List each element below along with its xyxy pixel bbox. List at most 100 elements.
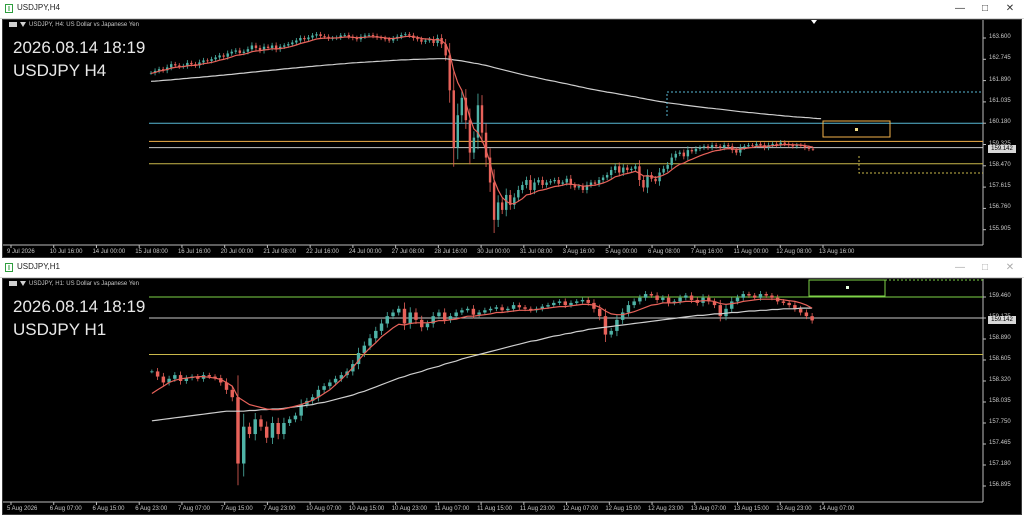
candle-body — [247, 426, 252, 435]
candle-body — [295, 40, 298, 43]
candle-body — [259, 419, 263, 427]
candle-body — [811, 148, 815, 150]
price-chart-svg[interactable] — [3, 279, 1021, 514]
candle-body — [747, 145, 750, 147]
candle-body — [666, 297, 671, 303]
time-tick-label: 12 Aug 23:00 — [648, 506, 684, 512]
time-tick-label: 12 Aug 15:00 — [605, 506, 641, 512]
candle-body — [242, 51, 246, 53]
candle-body — [414, 312, 418, 320]
close-icon: ✕ — [1005, 262, 1015, 273]
price-tick-label: 155.905 — [989, 225, 1011, 232]
candle-body — [404, 34, 407, 36]
chart-area[interactable]: USDJPY, H1: US Dollar vs Japanese Yen 20… — [2, 278, 1022, 515]
time-tick-label: 22 Jul 16:00 — [306, 249, 339, 255]
candle-body — [363, 35, 367, 37]
candle-body — [150, 371, 154, 373]
candle-body — [299, 38, 302, 41]
candle-body — [661, 297, 665, 300]
candle-body — [234, 50, 237, 52]
overlay-symbol: USDJPY H1 — [13, 320, 107, 339]
candle-body — [689, 295, 694, 300]
candle-body — [210, 59, 213, 61]
candle-body — [250, 45, 254, 50]
dotted-zone-upper — [666, 91, 983, 116]
chart-area[interactable]: USDJPY, H4: US Dollar vs Japanese Yen 20… — [2, 19, 1022, 258]
chart-window-h1[interactable]: USDJPY,H1 — □ ✕ USDJPY, H1: US Dollar vs… — [0, 259, 1024, 516]
candle-body — [649, 294, 654, 296]
window-titlebar[interactable]: USDJPY,H4 — □ ✕ — [0, 0, 1024, 19]
chart-header: USDJPY, H4: US Dollar vs Japanese Yen — [9, 22, 139, 28]
close-button[interactable]: ✕ — [998, 260, 1022, 276]
candle-body — [593, 182, 597, 184]
candle-body — [307, 37, 310, 40]
candle-body — [323, 36, 326, 37]
candle-body — [488, 308, 493, 311]
candle-body — [328, 382, 332, 387]
candle-body — [686, 150, 690, 157]
candle-body — [315, 34, 318, 36]
window-app-icon — [5, 4, 13, 13]
candle-body — [557, 180, 560, 184]
candle-body — [460, 97, 464, 116]
candle-body — [557, 301, 562, 303]
window-app-icon — [5, 263, 13, 272]
time-tick-label: 7 Aug 15:00 — [220, 506, 253, 512]
candle-body — [747, 294, 751, 296]
candle-body — [408, 312, 412, 324]
candle-body — [523, 307, 527, 309]
time-tick-label: 10 Jul 16:00 — [49, 249, 83, 255]
candle-body — [654, 178, 657, 182]
maximize-button[interactable]: □ — [973, 260, 997, 276]
price-tick-label: 156.895 — [989, 482, 1011, 488]
price-tick-label: 161.035 — [989, 97, 1011, 104]
candle-body — [506, 308, 510, 311]
candle-body — [561, 182, 564, 184]
candle-body — [783, 142, 786, 144]
candle-body — [517, 305, 522, 308]
minimize-icon: — — [955, 3, 965, 14]
price-tick-label: 158.470 — [989, 161, 1011, 168]
window-titlebar[interactable]: USDJPY,H1 — □ ✕ — [0, 259, 1024, 278]
minimize-button[interactable]: — — [948, 1, 972, 17]
price-tick-label: 158.890 — [989, 335, 1011, 341]
candle-body — [291, 42, 294, 45]
time-tick-label: 13 Aug 16:00 — [819, 249, 855, 255]
close-button[interactable]: ✕ — [998, 1, 1022, 17]
candle-body — [613, 166, 617, 171]
candle-body — [236, 397, 240, 464]
candle-body — [416, 38, 419, 40]
menu-triangle-icon[interactable] — [20, 22, 26, 27]
candle-body — [580, 299, 585, 302]
candle-body — [533, 182, 536, 190]
maximize-button[interactable]: □ — [973, 1, 997, 17]
candle-body — [577, 186, 581, 188]
candle-body — [492, 182, 496, 220]
candle-body — [781, 301, 786, 303]
price-tick-label: 157.615 — [989, 183, 1011, 190]
minimize-button[interactable]: — — [948, 260, 972, 276]
price-tick-label: 162.745 — [989, 55, 1011, 62]
candle-body — [541, 180, 544, 185]
time-tick-label: 11 Aug 07:00 — [434, 506, 470, 512]
candle-body — [465, 308, 470, 311]
chart-window-h4[interactable]: USDJPY,H4 — □ ✕ USDJPY, H4: US Dollar vs… — [0, 0, 1024, 258]
time-tick-label: 13 Aug 23:00 — [776, 506, 812, 512]
time-tick-label: 5 Aug 00:00 — [605, 249, 638, 255]
time-tick-label: 6 Aug 23:00 — [135, 506, 168, 512]
candle-body — [632, 301, 636, 306]
menu-triangle-icon[interactable] — [20, 281, 26, 286]
time-tick-label: 27 Jul 08:00 — [391, 249, 425, 255]
candle-body — [609, 170, 613, 176]
chart-symbol-description: USDJPY, H4: US Dollar vs Japanese Yen — [29, 22, 139, 29]
candle-body — [468, 120, 472, 153]
price-chart-svg[interactable] — [3, 20, 1021, 257]
price-tick-label: 157.465 — [989, 440, 1011, 446]
time-tick-label: 7 Aug 23:00 — [263, 506, 296, 512]
time-tick-label: 7 Aug 07:00 — [177, 506, 210, 512]
candle-body — [222, 55, 225, 57]
candle-body — [684, 295, 688, 298]
candle-body — [630, 168, 633, 171]
candle-body — [276, 423, 280, 435]
time-tick-label: 6 Aug 07:00 — [49, 506, 82, 512]
